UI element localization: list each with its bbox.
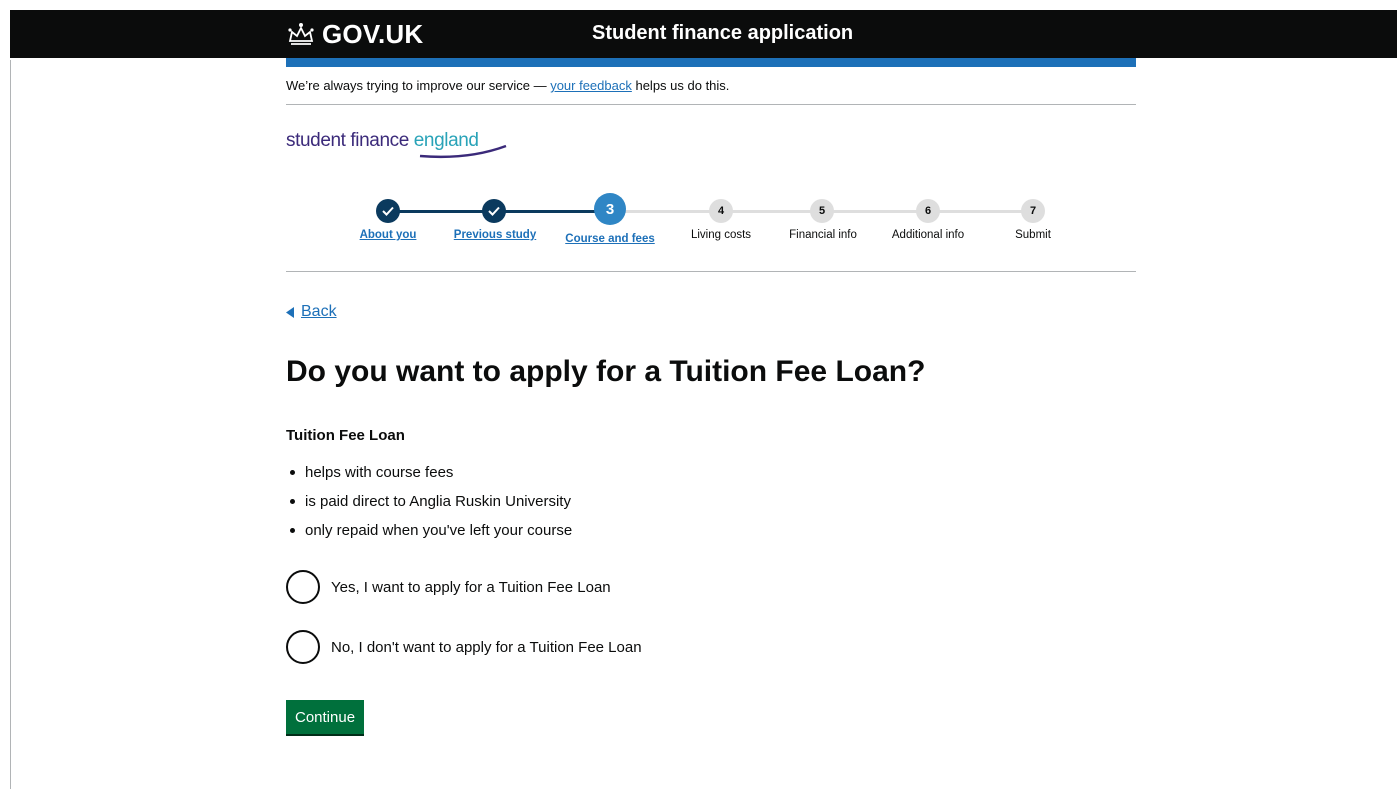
govuk-logo-text: GOV.UK [322, 18, 424, 49]
sfe-swoosh-icon [419, 144, 507, 159]
sfe-logo-student: student finance [286, 130, 414, 151]
step-submit-label: Submit [1015, 229, 1051, 241]
step-2-dot[interactable] [482, 199, 506, 223]
step-living-costs-label: Living costs [690, 229, 752, 241]
back-arrow-icon [286, 306, 294, 318]
step-6-dot: 6 [916, 199, 940, 223]
service-name[interactable]: Student finance application [592, 22, 853, 45]
step-5-dot: 5 [810, 199, 834, 223]
feedback-suffix: helps us do this. [631, 78, 730, 93]
bullet-icon [290, 528, 295, 533]
check-icon [382, 206, 394, 216]
header-blue-bar [286, 58, 1136, 67]
radio-no[interactable] [286, 630, 320, 664]
radio-no-label[interactable]: No, I don't want to apply for a Tuition … [331, 639, 642, 656]
list-item: helps with course fees [286, 458, 572, 487]
page-left-border [10, 60, 11, 789]
list-item-text: is paid direct to Anglia Ruskin Universi… [305, 493, 571, 510]
list-item: is paid direct to Anglia Ruskin Universi… [286, 487, 572, 516]
tuition-fee-loan-heading: Tuition Fee Loan [286, 427, 405, 444]
crown-icon [288, 23, 314, 45]
bullet-icon [290, 470, 295, 475]
check-icon [488, 206, 500, 216]
radio-yes-label[interactable]: Yes, I want to apply for a Tuition Fee L… [331, 579, 611, 596]
list-item-text: helps with course fees [305, 464, 454, 481]
step-additional-info-label: Additional info [891, 229, 965, 241]
divider-steps [286, 271, 1136, 272]
list-item-text: only repaid when you've left your course [305, 522, 573, 539]
bullet-icon [290, 499, 295, 504]
divider-top [286, 104, 1136, 105]
loan-info-list: helps with course fees is paid direct to… [286, 458, 572, 545]
step-previous-study-link[interactable]: Previous study [454, 229, 536, 241]
govuk-logo-link[interactable]: GOV.UK [286, 18, 424, 49]
radio-option-no[interactable]: No, I don't want to apply for a Tuition … [286, 630, 642, 664]
step-3-dot: 3 [594, 193, 626, 225]
step-1-dot[interactable] [376, 199, 400, 223]
step-7-dot: 7 [1021, 199, 1045, 223]
back-link-label: Back [301, 303, 337, 320]
step-course-and-fees-link[interactable]: Course and fees [565, 233, 654, 245]
feedback-prefix: We’re always trying to improve our servi… [286, 78, 551, 93]
step-4-dot: 4 [709, 199, 733, 223]
govuk-header: GOV.UK Student finance application [10, 10, 1397, 58]
back-link[interactable]: Back [286, 303, 337, 321]
feedback-link[interactable]: your feedback [550, 78, 632, 93]
radio-option-yes[interactable]: Yes, I want to apply for a Tuition Fee L… [286, 570, 611, 604]
step-about-you-link[interactable]: About you [360, 229, 417, 241]
list-item: only repaid when you've left your course [286, 516, 572, 545]
page-title: Do you want to apply for a Tuition Fee L… [286, 355, 926, 388]
continue-button[interactable]: Continue [286, 700, 365, 734]
feedback-banner: We’re always trying to improve our servi… [286, 78, 729, 93]
step-financial-info-label: Financial info [789, 229, 857, 241]
radio-yes[interactable] [286, 570, 320, 604]
